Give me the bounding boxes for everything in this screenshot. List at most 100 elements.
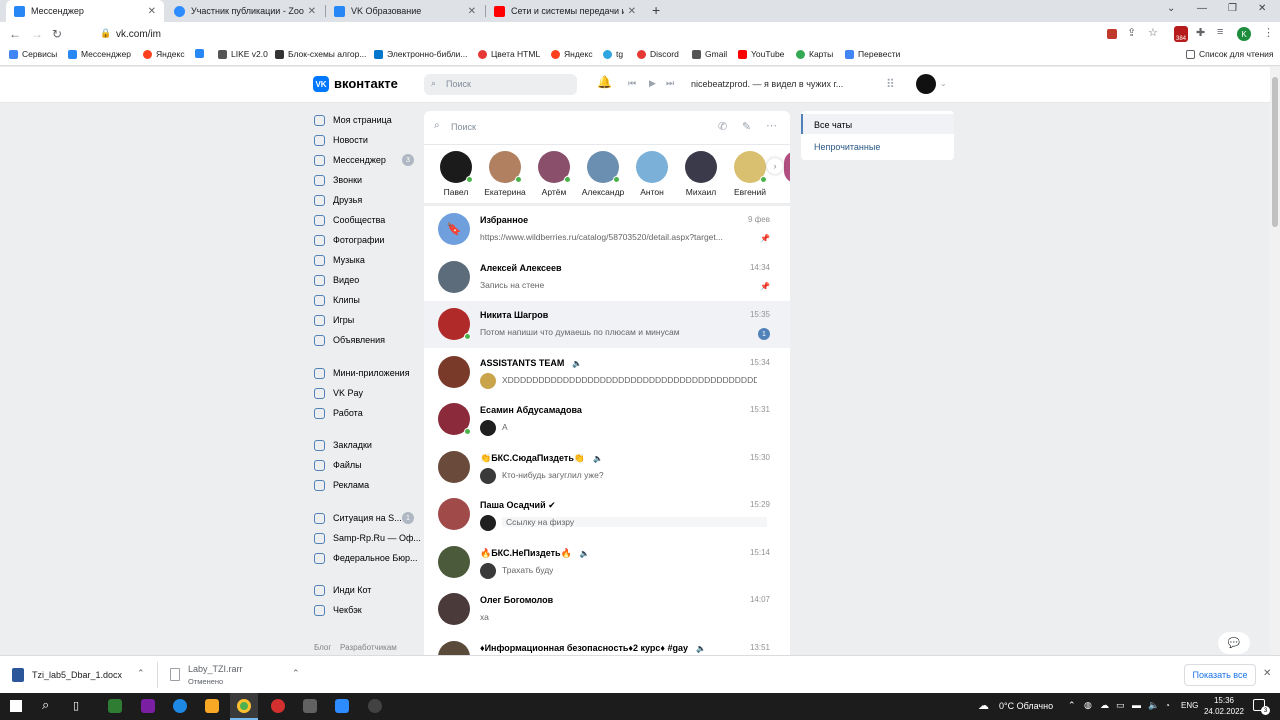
zoom-icon[interactable] xyxy=(335,699,349,713)
story-avatar-item[interactable]: Александр xyxy=(579,151,627,197)
bookmark-elibrary[interactable]: Электронно-библи... xyxy=(374,49,468,59)
camera-blocked-icon[interactable] xyxy=(1107,29,1117,39)
tab-search-icon[interactable]: ⌄ xyxy=(1167,3,1175,14)
windows-start-icon[interactable] xyxy=(10,700,22,712)
chevron-up-icon[interactable]: ⌃ xyxy=(137,668,145,679)
sidebar-item[interactable]: Клипы xyxy=(314,290,360,310)
sidebar-item[interactable]: Новости xyxy=(314,130,368,150)
sidebar-item[interactable]: Игры xyxy=(314,310,354,330)
tray-app-icon[interactable]: ◍ xyxy=(1084,700,1092,711)
bookmark-vk[interactable] xyxy=(195,49,208,58)
conversation-row[interactable]: Никита Шагров 15:35 Потом напиши что думае… xyxy=(424,301,790,348)
bookmark-yandex[interactable]: Яндекс xyxy=(143,49,185,59)
chat-search-input[interactable]: ⌕ Поиск xyxy=(424,111,790,143)
story-avatar-item[interactable]: Михаил xyxy=(677,151,725,197)
bookmark-telegram[interactable]: tg xyxy=(603,49,623,59)
sidebar-item[interactable]: Федеральное Бюр... xyxy=(314,548,418,568)
bookmark-html-colors[interactable]: Цвета HTML xyxy=(478,49,540,59)
clock-date[interactable]: 24.02.2022 xyxy=(1202,707,1246,716)
file-explorer-icon[interactable] xyxy=(205,699,219,713)
sidebar-item[interactable]: Сообщества xyxy=(314,210,385,230)
restore-icon[interactable]: ❐ xyxy=(1228,3,1237,14)
forward-icon[interactable]: → xyxy=(31,27,43,41)
bookmark-messenger[interactable]: Мессенджер xyxy=(68,49,131,59)
story-avatar-item[interactable]: Евгений xyxy=(726,151,774,197)
bookmark-youtube[interactable]: YouTube xyxy=(738,49,784,59)
task-view-icon[interactable]: ▯ xyxy=(73,699,79,712)
back-icon[interactable]: ← xyxy=(9,27,21,41)
sidebar-item[interactable]: Объявления xyxy=(314,330,385,350)
tab-youtube[interactable]: Сети и системы передачи инфо ✕ xyxy=(486,0,644,22)
download-item-name[interactable]: Tzi_lab5_Dbar_1.docx xyxy=(32,670,122,680)
sidebar-item[interactable]: Чекбэк xyxy=(314,600,362,620)
chrome-taskbar-button[interactable] xyxy=(230,693,258,720)
more-icon[interactable]: ⋯ xyxy=(766,119,777,132)
opera-icon[interactable] xyxy=(271,699,285,713)
bookmark-gmail[interactable]: Gmail xyxy=(692,49,727,59)
vk-logo-icon[interactable]: VK xyxy=(313,76,329,92)
conversation-row[interactable]: 🔥БКС.НеПиздеть🔥 🔈 15:14 Трахать буду xyxy=(424,539,790,586)
story-avatar-item[interactable]: Артём xyxy=(530,151,578,197)
settings-gear-icon[interactable] xyxy=(303,699,317,713)
sidebar-item[interactable]: Samp-Rp.Ru — Оф... xyxy=(314,528,421,548)
bookmark-maps[interactable]: Карты xyxy=(796,49,833,59)
now-playing-text[interactable]: nicebeatzprod. — я видел в чужих г... xyxy=(691,79,843,89)
folder-all-chats[interactable]: Все чаты xyxy=(801,114,954,134)
close-icon[interactable]: ✕ xyxy=(1263,668,1271,679)
volume-icon[interactable]: 🔈 xyxy=(1148,700,1159,711)
share-icon[interactable]: ⇪ xyxy=(1127,26,1136,39)
bookmark-discord[interactable]: Discord xyxy=(637,49,679,59)
bookmark-like[interactable]: LIKE v2.0 xyxy=(218,49,268,59)
bookmark-flowchart[interactable]: Блок-схемы алгор... xyxy=(275,49,366,59)
minimize-icon[interactable]: — xyxy=(1197,3,1207,14)
conversation-row[interactable]: Олег Богомолов 14:07 ха xyxy=(424,586,790,633)
window-close-icon[interactable]: ✕ xyxy=(1258,3,1266,14)
footer-link[interactable]: Блог xyxy=(314,643,331,652)
sidebar-item[interactable]: Моя страница xyxy=(314,110,392,130)
tray-cloud-icon[interactable]: ☁ xyxy=(1100,700,1109,711)
edge-icon[interactable] xyxy=(173,699,187,713)
conversation-row[interactable]: Паша Осадчий ✔ 15:29 Ссылку на физру xyxy=(424,491,790,538)
show-all-downloads-button[interactable]: Показать все xyxy=(1184,664,1256,686)
conversation-row[interactable]: Есамин Абдусамадова 15:31 А xyxy=(424,396,790,443)
compose-icon[interactable]: ✎ xyxy=(742,120,751,133)
folder-unread[interactable]: Непрочитанные xyxy=(801,136,954,156)
vk-search-input[interactable]: ⌕ Поиск xyxy=(424,74,577,95)
star-icon[interactable]: ☆ xyxy=(1148,26,1158,39)
close-icon[interactable]: ✕ xyxy=(468,6,476,17)
apps-grid-icon[interactable]: ⠿ xyxy=(886,77,895,91)
chevron-up-icon[interactable]: ⌃ xyxy=(292,668,300,679)
sidebar-item[interactable]: Ситуация на S... xyxy=(314,508,402,528)
prev-track-icon[interactable]: ⏮ xyxy=(628,78,636,89)
bookmark-yandex-2[interactable]: Яндекс xyxy=(551,49,593,59)
sidebar-item[interactable]: Файлы xyxy=(314,455,362,475)
user-avatar[interactable] xyxy=(916,74,936,94)
profile-avatar[interactable]: K xyxy=(1237,27,1251,41)
conversation-row[interactable]: Алексей Алексеев 14:34 Запись на стене 📌 xyxy=(424,254,790,301)
conversation-row[interactable]: ♦Информационная безопасность♦2 курс♦ #ga… xyxy=(424,634,790,655)
sidebar-item[interactable]: Фотографии xyxy=(314,230,384,250)
url-field[interactable]: 🔒 vk.com/im xyxy=(96,25,1166,43)
obs-icon[interactable] xyxy=(368,699,382,713)
conversation-row[interactable]: 👏БКС.СюдаПиздеть👏 🔈 15:30 Кто-нибудь загугл… xyxy=(424,444,790,491)
extension-badge-icon[interactable]: 384 xyxy=(1174,26,1188,42)
tray-chevron-icon[interactable]: ⌃ xyxy=(1068,700,1076,711)
bell-icon[interactable]: 🔔 xyxy=(597,75,612,89)
story-avatar-item[interactable]: Антон xyxy=(628,151,676,197)
new-tab-button[interactable]: + xyxy=(652,2,660,18)
tray-app-icon[interactable]: ◔ xyxy=(1165,701,1170,710)
network-icon[interactable]: ▭ xyxy=(1116,700,1125,711)
close-icon[interactable]: ✕ xyxy=(148,6,156,17)
sidebar-item[interactable]: Мини-приложения xyxy=(314,363,410,383)
scrollbar-thumb[interactable] xyxy=(1272,77,1278,227)
search-icon[interactable]: ⌕ xyxy=(42,697,49,713)
tab-vk-education[interactable]: VK Образование ✕ xyxy=(326,0,484,22)
puzzle-icon[interactable]: ✚ xyxy=(1196,26,1205,39)
close-icon[interactable]: ✕ xyxy=(308,6,316,17)
language-indicator[interactable]: ENG xyxy=(1181,701,1198,710)
weather-text[interactable]: 0°C Облачно xyxy=(999,701,1053,711)
sidebar-item[interactable]: Видео xyxy=(314,270,359,290)
avatar[interactable] xyxy=(784,151,790,183)
menu-dots-icon[interactable]: ⋮ xyxy=(1263,26,1274,39)
battery-icon[interactable]: ▬ xyxy=(1132,700,1141,710)
